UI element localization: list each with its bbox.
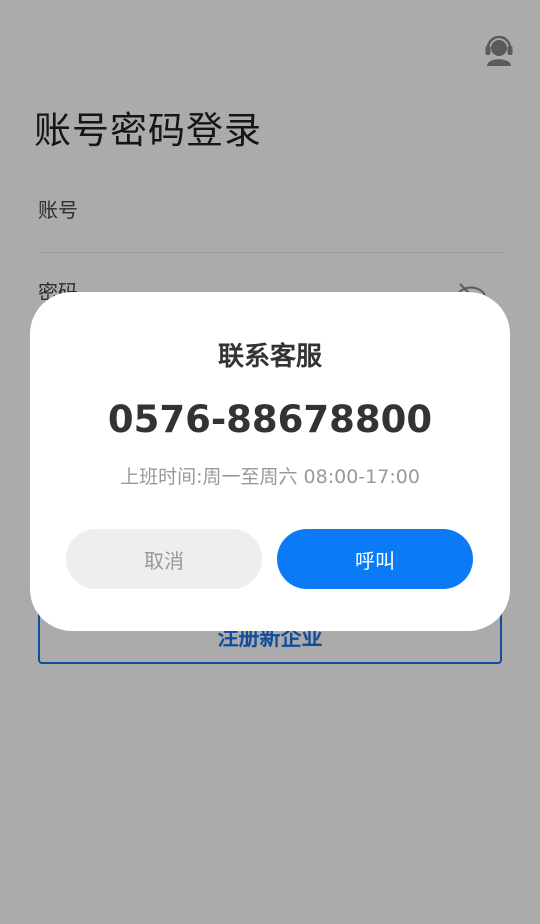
dialog-title: 联系客服 [217, 342, 322, 372]
support-phone-number: 0576-88678800 [107, 398, 433, 441]
working-hours: 上班时间:周一至周六 08:00-17:00 [120, 466, 420, 488]
cancel-button[interactable]: 取消 [66, 529, 262, 589]
contact-support-dialog: 联系客服 0576-88678800 上班时间:周一至周六 08:00-17:0… [30, 292, 510, 631]
call-button[interactable]: 呼叫 [277, 529, 473, 589]
